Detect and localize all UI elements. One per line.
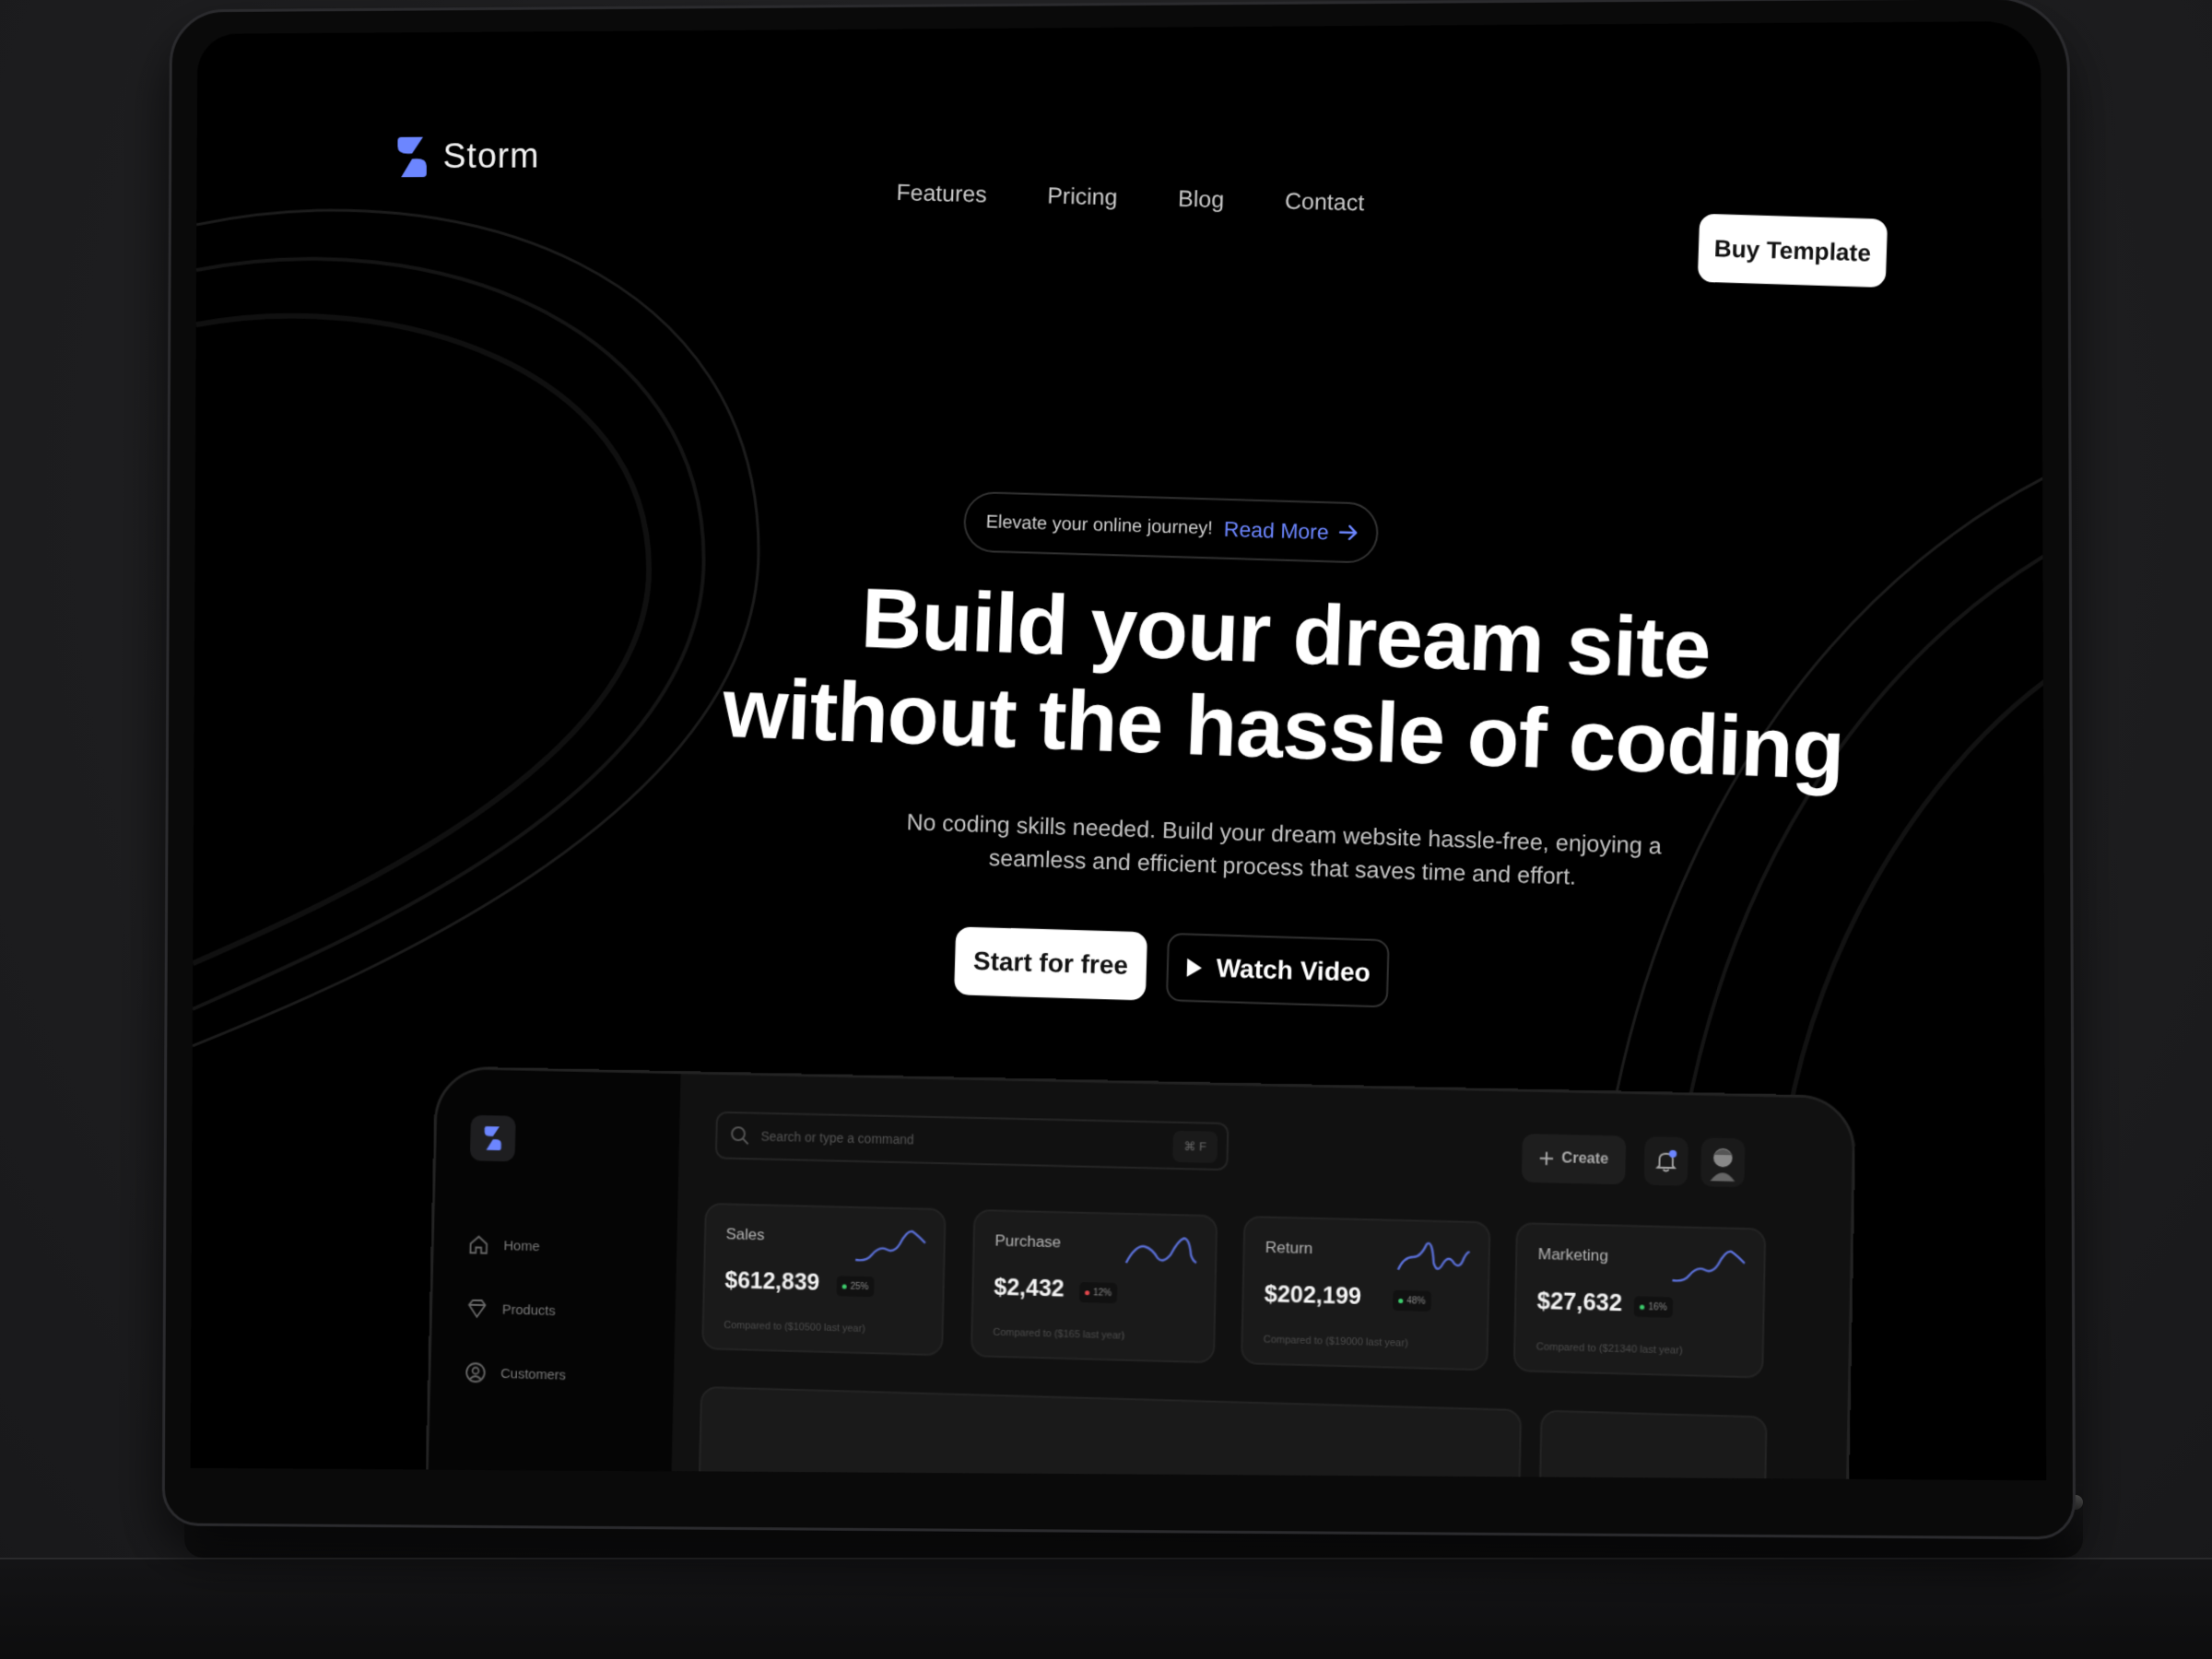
play-icon xyxy=(1186,958,1203,978)
sparkline-chart xyxy=(1124,1231,1199,1272)
change-value: 12% xyxy=(1092,1287,1112,1299)
trend-down-icon xyxy=(1085,1289,1090,1295)
sparkline-chart xyxy=(1670,1244,1747,1286)
shortcut-hint: ⌘ F xyxy=(1172,1130,1218,1163)
sidebar-label: Home xyxy=(503,1237,540,1254)
stat-label: Return xyxy=(1265,1238,1313,1258)
stat-value: $27,632 xyxy=(1536,1288,1623,1317)
home-icon xyxy=(467,1233,489,1255)
announcement-pill: Elevate your online journey! Read More xyxy=(962,490,1380,564)
stat-label: Marketing xyxy=(1537,1244,1609,1265)
side-panel xyxy=(1538,1409,1768,1481)
nav-pricing[interactable]: Pricing xyxy=(1047,183,1118,212)
plus-icon xyxy=(1539,1151,1555,1167)
stat-compare: Compared to ($19000 last year) xyxy=(1263,1334,1408,1349)
laptop-frame: Storm Features Pricing Blog Contact Buy … xyxy=(161,0,2077,1540)
hero-subtitle: No coding skills needed. Build your drea… xyxy=(906,809,1663,890)
user-circle-icon xyxy=(465,1361,487,1383)
stat-label: Purchase xyxy=(994,1231,1062,1252)
stat-value: $612,839 xyxy=(724,1267,820,1296)
dashboard-sidebar: Home Products Customers xyxy=(427,1068,681,1481)
notification-dot xyxy=(1668,1149,1677,1159)
main-nav: Features Pricing Blog Contact xyxy=(896,180,1364,217)
avatar-image xyxy=(1710,1147,1735,1182)
nav-blog[interactable]: Blog xyxy=(1178,186,1225,214)
stat-compare: Compared to ($21340 last year) xyxy=(1535,1341,1683,1357)
create-label: Create xyxy=(1561,1150,1609,1168)
read-more-link[interactable]: Read More xyxy=(1223,516,1359,545)
storm-logo-icon xyxy=(397,136,427,178)
chart-panel xyxy=(698,1386,1523,1481)
sidebar-item-home[interactable]: Home xyxy=(467,1233,540,1257)
brand-name: Storm xyxy=(442,136,540,176)
watch-video-button[interactable]: Watch Video xyxy=(1165,933,1390,1008)
arrow-right-icon xyxy=(1338,524,1359,541)
start-free-button[interactable]: Start for free xyxy=(954,926,1147,1001)
gem-icon xyxy=(466,1298,488,1320)
dashboard-main: ⌘ F Create xyxy=(670,1074,1853,1481)
change-value: 25% xyxy=(850,1281,869,1292)
change-badge: 12% xyxy=(1078,1281,1118,1304)
stat-value: $2,432 xyxy=(994,1274,1065,1302)
read-more-label: Read More xyxy=(1223,516,1330,544)
user-avatar[interactable] xyxy=(1700,1137,1746,1188)
sidebar-item-products[interactable]: Products xyxy=(466,1298,556,1322)
search-icon xyxy=(730,1125,750,1146)
change-badge: 16% xyxy=(1633,1296,1674,1318)
sparkline-chart xyxy=(1396,1238,1472,1278)
announcement-text: Elevate your online journey! xyxy=(985,511,1214,538)
desk-surface xyxy=(0,1558,2212,1659)
search-input[interactable] xyxy=(760,1128,1146,1153)
change-badge: 48% xyxy=(1392,1289,1431,1312)
change-value: 48% xyxy=(1406,1295,1426,1307)
storm-logo-icon xyxy=(484,1126,501,1151)
sidebar-item-customers[interactable]: Customers xyxy=(465,1361,566,1386)
trend-up-icon xyxy=(1640,1304,1645,1310)
trend-up-icon xyxy=(1398,1298,1404,1303)
sidebar-label: Customers xyxy=(500,1365,567,1383)
hero-actions: Start for free Watch Video xyxy=(954,926,1390,1008)
trend-up-icon xyxy=(841,1283,847,1289)
stat-card-sales[interactable]: Sales $612,839 25% Compared to ($10500 l… xyxy=(701,1202,947,1357)
dashboard-preview: Home Products Customers ⌘ F xyxy=(424,1065,1856,1481)
bell-icon xyxy=(1654,1149,1677,1173)
nav-contact[interactable]: Contact xyxy=(1285,189,1365,218)
stat-card-purchase[interactable]: Purchase $2,432 12% Compared to ($165 la… xyxy=(970,1208,1218,1364)
landing-page: Storm Features Pricing Blog Contact Buy … xyxy=(190,20,2047,1481)
buy-template-button[interactable]: Buy Template xyxy=(1697,213,1888,288)
change-value: 16% xyxy=(1648,1301,1667,1313)
stat-card-marketing[interactable]: Marketing $27,632 16% Compared to ($2134… xyxy=(1512,1222,1767,1379)
brand-logo[interactable]: Storm xyxy=(395,136,540,178)
create-button[interactable]: Create xyxy=(1521,1134,1627,1185)
stat-label: Sales xyxy=(725,1225,765,1244)
hero-title: Build your dream site without the hassle… xyxy=(682,565,1889,800)
change-badge: 25% xyxy=(836,1276,875,1298)
nav-features[interactable]: Features xyxy=(896,180,987,208)
stat-card-return[interactable]: Return $202,199 48% Compared to ($19000 … xyxy=(1241,1215,1491,1371)
stat-compare: Compared to ($165 last year) xyxy=(993,1326,1125,1342)
sparkline-chart xyxy=(853,1225,927,1265)
sidebar-label: Products xyxy=(501,1301,556,1319)
notifications-button[interactable] xyxy=(1643,1135,1688,1186)
watch-video-label: Watch Video xyxy=(1216,953,1371,987)
stat-compare: Compared to ($10500 last year) xyxy=(724,1319,865,1335)
command-search[interactable]: ⌘ F xyxy=(714,1111,1230,1171)
dashboard-logo[interactable] xyxy=(469,1114,516,1162)
stat-value: $202,199 xyxy=(1264,1281,1362,1311)
